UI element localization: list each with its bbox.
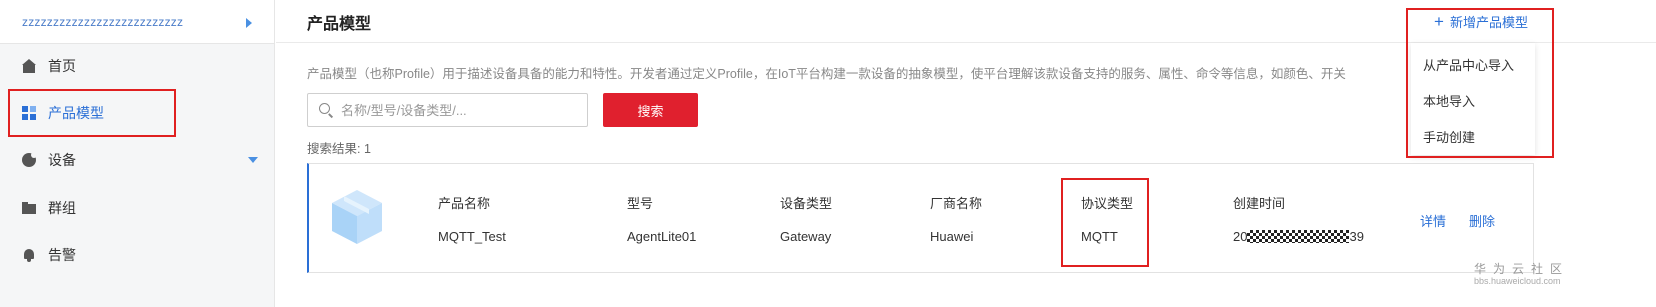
delete-link[interactable]: 删除 (1469, 211, 1495, 230)
watermark-url: bbs.huaweicloud.com (1474, 276, 1561, 286)
highlight-box-product-model (8, 89, 176, 137)
highlight-box-protocol (1061, 178, 1149, 267)
highlight-box-add-menu (1406, 8, 1554, 158)
sidebar-item-home[interactable]: 首页 (0, 46, 275, 86)
created-time-prefix: 20 (1233, 229, 1248, 244)
chevron-down-icon[interactable] (248, 157, 258, 163)
folder-icon (22, 201, 36, 215)
result-count: 搜索结果: 1 (307, 142, 371, 156)
search-input[interactable] (341, 94, 581, 126)
product-card[interactable] (307, 163, 1534, 273)
home-icon (22, 59, 36, 73)
project-name[interactable]: zzzzzzzzzzzzzzzzzzzzzzzzzz (22, 15, 183, 29)
sidebar-item-label: 首页 (48, 58, 76, 74)
sidebar-item-group[interactable]: 群组 (0, 188, 275, 228)
bell-icon (22, 248, 36, 262)
vendor-value: Huawei (930, 229, 974, 244)
product-cube-icon (332, 190, 382, 244)
page-title: 产品模型 (307, 16, 372, 33)
created-time-value: 20 39 (1233, 229, 1364, 244)
sidebar-item-label: 群组 (48, 200, 76, 216)
sidebar-item-alarm[interactable]: 告警 (0, 235, 275, 275)
column-header-vendor: 厂商名称 (930, 196, 983, 211)
details-link[interactable]: 详情 (1420, 211, 1446, 230)
model-value: AgentLite01 (627, 229, 697, 244)
product-name-value: MQTT_Test (438, 229, 506, 244)
watermark-text: 华为云社区 (1474, 262, 1570, 276)
search-box[interactable] (307, 93, 588, 127)
redacted-mask (1247, 230, 1350, 243)
device-icon (22, 152, 37, 167)
page-description: 产品模型（也称Profile）用于描述设备具备的能力和特性。开发者通过定义Pro… (307, 67, 1346, 81)
column-header-product-name: 产品名称 (438, 196, 491, 211)
caret-right-icon[interactable] (246, 18, 252, 28)
column-header-device-type: 设备类型 (780, 196, 833, 211)
project-selector[interactable]: zzzzzzzzzzzzzzzzzzzzzzzzzz (0, 0, 274, 44)
sidebar-item-label: 设备 (48, 152, 76, 168)
device-type-value: Gateway (780, 229, 832, 244)
sidebar-item-label: 告警 (48, 247, 76, 263)
column-header-created-time: 创建时间 (1233, 196, 1286, 211)
sidebar: zzzzzzzzzzzzzzzzzzzzzzzzzz 首页 产品模型 设备 群组… (0, 0, 275, 307)
search-icon (319, 103, 330, 114)
sidebar-item-device[interactable]: 设备 (0, 140, 275, 180)
column-header-model: 型号 (627, 196, 654, 211)
created-time-suffix: 39 (1349, 229, 1364, 244)
search-button[interactable]: 搜索 (603, 93, 698, 127)
